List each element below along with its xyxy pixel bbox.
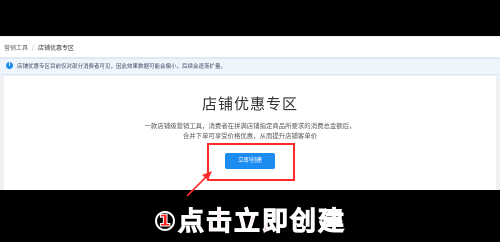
- instruction-caption: ①点击立即创建: [153, 207, 346, 238]
- breadcrumb-parent-link[interactable]: 营销工具: [4, 45, 28, 52]
- page-title: 店铺优惠专区: [201, 95, 298, 113]
- notice-bar: i 店铺优惠专区目前仅对部分消费者可见，因此效果数据可能会偏小，后续会逐渐扩量。: [0, 58, 500, 75]
- description-line-1: 一款店铺级营销工具，消费者在拼满店铺指定商品所要求的消费总金额后，: [144, 122, 356, 130]
- breadcrumb-current: 店铺优惠专区: [38, 45, 75, 52]
- breadcrumb: 营销工具 / 店铺优惠专区: [0, 37, 500, 58]
- instruction-banner: ①点击立即创建: [0, 197, 500, 238]
- arrow-icon: [186, 171, 212, 197]
- breadcrumb-separator: /: [32, 45, 35, 52]
- top-black-strip: [0, 0, 500, 36]
- notice-text: 店铺优惠专区目前仅对部分消费者可见，因此效果数据可能会偏小，后续会逐渐扩量。: [17, 64, 227, 70]
- description-line-2: 合并下单可享受价格优惠，从而提升店铺客单价: [182, 132, 318, 140]
- info-icon: i: [6, 62, 13, 69]
